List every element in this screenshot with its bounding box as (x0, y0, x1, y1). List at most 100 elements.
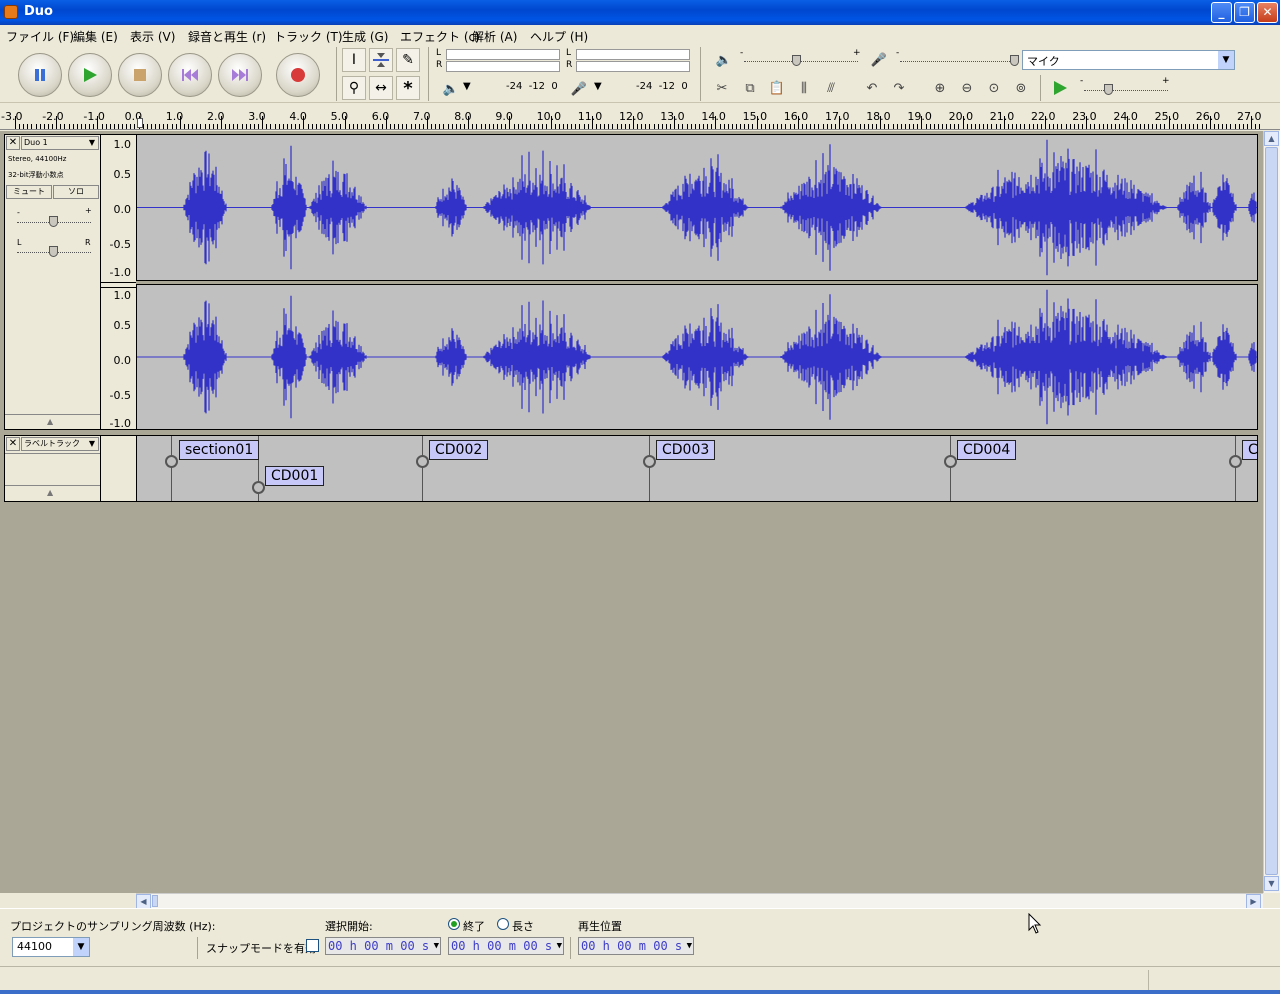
fit-project-icon[interactable]: ⊚ (1010, 77, 1032, 99)
collapse-track-icon[interactable]: ▲ (47, 417, 53, 426)
menu-analyze[interactable]: 解析 (A) (472, 28, 517, 45)
draw-tool[interactable]: ✎ (396, 48, 420, 72)
waveform-segment (435, 328, 467, 386)
menu-generate[interactable]: 生成 (G) (342, 28, 388, 45)
selection-start-field[interactable]: 00 h 00 m 00 s ▼ (325, 937, 441, 955)
play-button[interactable] (68, 53, 112, 97)
label-cd005-partial[interactable]: C (1242, 440, 1257, 460)
horizontal-scroll-thumb[interactable] (152, 895, 158, 907)
menu-tracks[interactable]: トラック (T) (274, 28, 343, 45)
multi-tool[interactable]: * (396, 76, 420, 100)
menu-transport[interactable]: 録音と再生 (r) (188, 28, 266, 45)
meter-label-r: R (566, 60, 573, 70)
label-cd002[interactable]: CD002 (429, 440, 489, 460)
vertical-scrollbar[interactable]: ▲ ▼ (1263, 131, 1280, 893)
label-handle-icon[interactable] (416, 455, 429, 468)
skip-start-button[interactable] (168, 53, 212, 97)
label-handle-icon[interactable] (252, 481, 265, 494)
record-button[interactable] (276, 53, 320, 97)
sample-rate-select[interactable]: 44100 ▼ (12, 937, 90, 957)
stop-button[interactable] (118, 53, 162, 97)
end-radio[interactable] (448, 918, 460, 930)
waveform-svg (137, 289, 1257, 425)
input-volume-thumb[interactable] (1010, 55, 1019, 66)
play-meter-left (446, 49, 560, 60)
gain-slider-thumb[interactable] (49, 216, 58, 227)
play-speed-slider[interactable] (1084, 90, 1168, 92)
zoom-in-icon[interactable]: ⊕ (929, 77, 951, 99)
redo-icon[interactable]: ↷ (888, 77, 910, 99)
timeline-ruler[interactable]: -3.0 -2.0 -1.0 0.0 1.0 2.0 3.0 4.0 5.0 6.0 7.0 8.0 9… (0, 104, 1280, 130)
label-handle-icon[interactable] (643, 455, 656, 468)
label-handle-icon[interactable] (1229, 455, 1242, 468)
horizontal-scrollbar[interactable]: ◀ ▶ (136, 893, 1263, 909)
playhead-marker[interactable] (137, 118, 143, 128)
menu-help[interactable]: ヘルプ (H) (530, 28, 588, 45)
waveform-segment (662, 304, 749, 410)
menu-file[interactable]: ファイル (F) (6, 28, 74, 45)
selection-tool[interactable]: I (342, 48, 366, 72)
mute-button[interactable]: ミュート (6, 185, 52, 199)
output-volume-thumb[interactable] (792, 55, 801, 66)
length-radio[interactable] (497, 918, 509, 930)
waveform-left-channel[interactable] (136, 134, 1258, 281)
label-cd004[interactable]: CD004 (957, 440, 1017, 460)
label-handle-icon[interactable] (944, 455, 957, 468)
zoom-tool[interactable]: ⚲ (342, 76, 366, 100)
scroll-up-icon[interactable]: ▲ (1264, 131, 1279, 146)
envelope-tool[interactable] (369, 48, 393, 72)
output-volume-slider[interactable] (744, 61, 858, 63)
copy-icon[interactable]: ⧉ (739, 77, 761, 99)
trim-icon[interactable]: ⫼ (793, 77, 815, 99)
meter-menu-arrow[interactable]: ▼ (594, 81, 602, 92)
menu-effect[interactable]: エフェクト (c) (400, 28, 480, 45)
label-cd001[interactable]: CD001 (265, 466, 325, 486)
scroll-left-icon[interactable]: ◀ (136, 894, 151, 909)
waveform-segment (662, 154, 749, 261)
waveform-right-channel[interactable] (136, 284, 1258, 430)
waveform-segment (309, 160, 367, 255)
cut-icon[interactable]: ✂ (711, 77, 733, 99)
restore-button[interactable]: ❐ (1234, 2, 1255, 23)
collapse-track-icon[interactable]: ▲ (47, 488, 53, 497)
scroll-down-icon[interactable]: ▼ (1264, 876, 1279, 891)
input-source-select[interactable]: マイク ▼ (1022, 50, 1235, 70)
vertical-scroll-thumb[interactable] (1265, 147, 1278, 875)
track-name-menu[interactable]: ラベルトラック ▼ (21, 437, 99, 451)
scroll-right-icon[interactable]: ▶ (1246, 894, 1261, 909)
speaker-icon[interactable]: 🔈 (440, 78, 462, 100)
tracks-area: ✕ Duo 1 ▼ Stereo, 44100Hz 32-bit浮動小数点 ミュ… (0, 131, 1263, 893)
track-close-button[interactable]: ✕ (6, 136, 20, 150)
label-section01[interactable]: section01 (179, 440, 260, 460)
label-handle-icon[interactable] (165, 455, 178, 468)
toolbar-separator (428, 47, 429, 101)
pan-slider-thumb[interactable] (49, 246, 58, 257)
skip-end-button[interactable] (218, 53, 262, 97)
snap-mode-checkbox[interactable] (306, 939, 319, 952)
selection-end-field[interactable]: 00 h 00 m 00 s ▼ (448, 937, 564, 955)
label-track-area[interactable]: section01 CD001 CD002 CD003 CD004 C (136, 435, 1258, 502)
zoom-out-icon[interactable]: ⊖ (956, 77, 978, 99)
meter-menu-arrow[interactable]: ▼ (463, 81, 471, 92)
fit-selection-icon[interactable]: ⊙ (983, 77, 1005, 99)
track-close-button[interactable]: ✕ (6, 437, 20, 451)
menu-edit[interactable]: 編集 (E) (73, 28, 118, 45)
timeshift-tool[interactable]: ↔ (369, 76, 393, 100)
play-at-speed-button[interactable] (1049, 77, 1071, 99)
track-name-menu[interactable]: Duo 1 ▼ (21, 136, 99, 150)
solo-button[interactable]: ソロ (53, 185, 99, 199)
audio-position-field[interactable]: 00 h 00 m 00 s ▼ (578, 937, 694, 955)
ruler-tick-label: 13.0 (660, 110, 685, 123)
waveform-segment (1177, 321, 1212, 393)
input-volume-slider[interactable] (900, 61, 1014, 63)
close-button[interactable]: ✕ (1257, 2, 1278, 23)
minimize-button[interactable]: _ (1211, 2, 1232, 23)
paste-icon[interactable]: 📋 (766, 77, 788, 99)
play-speed-thumb[interactable] (1104, 84, 1113, 95)
menu-view[interactable]: 表示 (V) (130, 28, 175, 45)
pause-button[interactable] (18, 53, 62, 97)
silence-icon[interactable]: ⫻ (820, 77, 842, 99)
microphone-icon[interactable]: 🎤 (568, 78, 590, 100)
undo-icon[interactable]: ↶ (861, 77, 883, 99)
label-cd003[interactable]: CD003 (656, 440, 716, 460)
